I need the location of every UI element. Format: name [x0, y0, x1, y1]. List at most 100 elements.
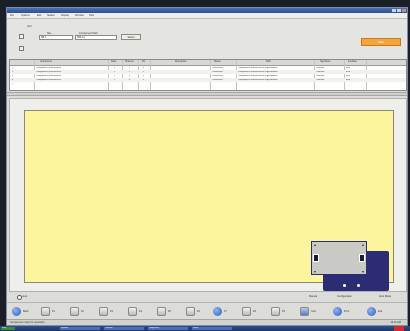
led-icon [343, 284, 346, 287]
taskbar-item[interactable]: Explorer [60, 327, 100, 330]
led-icon [357, 284, 360, 287]
path-field[interactable]: SRLA+ [75, 35, 117, 40]
f4-icon [128, 307, 137, 316]
cell-tag: Terminal [316, 74, 325, 77]
cell-interface: IRIS [346, 66, 351, 69]
menu-options[interactable]: Options [21, 14, 30, 17]
main-window: File Options Edit Station Display Window… [6, 7, 408, 326]
close-button[interactable] [402, 9, 406, 12]
port-right-icon[interactable] [359, 254, 365, 262]
cell-path: Component/Terminal/IRIS/Plugin/Module [238, 66, 278, 69]
cell-io: 0 [143, 66, 145, 69]
config-label: Configuration [337, 295, 352, 298]
print-icon [333, 307, 342, 316]
f8-icon [242, 307, 251, 316]
f9-icon [271, 307, 280, 316]
cell-node: 1 [114, 66, 116, 69]
cell-path: Component/Terminal/IRIS/Plugin/Module [238, 74, 278, 77]
taskbar-item[interactable]: Setup [192, 327, 232, 330]
menu-edit[interactable]: Edit [37, 14, 41, 17]
diagram-canvas[interactable]: ▴ ▴ ▾ ▾ [24, 110, 394, 291]
f3-icon [99, 307, 108, 316]
cell-io: 0 [143, 74, 145, 77]
os-taskbar: Start Explorer Terminal Diagnostics Setu… [0, 326, 410, 331]
device-panel: ▴ ▴ ▾ ▾ [311, 241, 367, 275]
site-field[interactable]: SB 1 [39, 35, 73, 40]
tray-icon[interactable] [394, 326, 404, 331]
refresh-icon[interactable] [19, 46, 24, 51]
automode-label: Auto Mode [379, 295, 392, 298]
cell-path: Component/Terminal/IRIS/Plugin/Module [238, 70, 278, 73]
cell-node: 1 [114, 70, 116, 73]
col-node[interactable]: Node [111, 61, 117, 63]
filter-toggle[interactable] [19, 34, 24, 39]
cell-tag: Terminal [316, 70, 325, 73]
col-channel[interactable]: Channel [125, 61, 134, 63]
menu-help[interactable]: Help [89, 14, 94, 17]
cell-index: 1 [12, 66, 14, 69]
cell-channel: 2 [129, 70, 131, 73]
filter-panel: Unit Site Component Path SB 1 SRLA+ Sele… [7, 19, 407, 59]
col-interface[interactable]: Interface [348, 61, 357, 63]
menu-file[interactable]: File [10, 14, 14, 17]
menu-station[interactable]: Station [47, 14, 55, 17]
cell-interface: IRIS [346, 70, 351, 73]
unit-label: Unit [27, 25, 32, 28]
arrow-up-right-icon: ▴ [361, 242, 364, 247]
cell-component: Component/Terminal/IRIS [36, 78, 62, 81]
arrow-down-right-icon: ▾ [361, 269, 364, 274]
help-icon [213, 307, 222, 316]
col-description[interactable]: Description [175, 61, 187, 63]
diagram-frame: ▴ ▴ ▾ ▾ [9, 98, 407, 292]
manual-label: Manual [309, 295, 318, 298]
cell-interface: IRIS [346, 78, 351, 81]
function-toolbar: Back F1 F2 F3 F4 F5 F6 F7 F8 F9 Grid Pri… [7, 302, 407, 318]
col-path[interactable]: Path [266, 61, 271, 63]
minimize-button[interactable] [392, 9, 396, 12]
cell-index: 5 [12, 82, 14, 85]
arrow-down-left-icon: ▾ [314, 269, 317, 274]
back-icon [12, 307, 21, 316]
arrow-up-left-icon: ▴ [314, 242, 317, 247]
start-button[interactable]: Start [1, 327, 15, 330]
cell-channel: 3 [129, 74, 131, 77]
cell-status: Connected [212, 70, 223, 73]
start-button[interactable]: Start [361, 38, 401, 46]
menu-window[interactable]: Window [75, 14, 84, 17]
col-component[interactable]: Component [40, 61, 52, 63]
col-tag[interactable]: Tag Name [320, 61, 330, 63]
cell-index: 4 [12, 78, 14, 81]
cell-status: Connected [212, 78, 223, 81]
cell-tag: Terminal [316, 78, 325, 81]
col-status[interactable]: Status [214, 61, 221, 63]
select-button[interactable]: Select [121, 34, 141, 40]
port-left-icon[interactable] [313, 254, 319, 262]
f2-icon [70, 307, 79, 316]
f1-icon [41, 307, 50, 316]
grid-icon [300, 307, 309, 316]
menu-display[interactable]: Display [61, 14, 69, 17]
table-row[interactable]: 5 [10, 82, 406, 86]
status-bar: Component ready for operation 10:42 AM [7, 319, 407, 325]
component-table: Component Node Channel I/O Description S… [9, 59, 407, 91]
maximize-button[interactable] [397, 9, 401, 12]
auto-label: Auto [22, 295, 28, 298]
cell-status: Connected [212, 74, 223, 77]
taskbar-item[interactable]: Terminal [104, 327, 144, 330]
device-graphic[interactable]: ▴ ▴ ▾ ▾ [311, 241, 389, 291]
cell-io: 0 [143, 78, 145, 81]
taskbar-item[interactable]: Diagnostics [148, 327, 188, 330]
exit-icon [367, 307, 376, 316]
pane-splitter[interactable] [7, 92, 407, 96]
cell-component: Component/Terminal/IRIS [36, 66, 62, 69]
f5-icon [157, 307, 166, 316]
mode-row: Auto Manual Configuration Auto Mode [7, 294, 407, 300]
cell-interface: IRIS [346, 74, 351, 77]
cell-index: 2 [12, 70, 14, 73]
cell-node: 1 [114, 78, 116, 81]
col-io[interactable]: I/O [142, 61, 145, 63]
cell-tag: Terminal [316, 66, 325, 69]
cell-channel: 1 [129, 66, 131, 69]
cell-io: 0 [143, 70, 145, 73]
cell-node: 1 [114, 74, 116, 77]
